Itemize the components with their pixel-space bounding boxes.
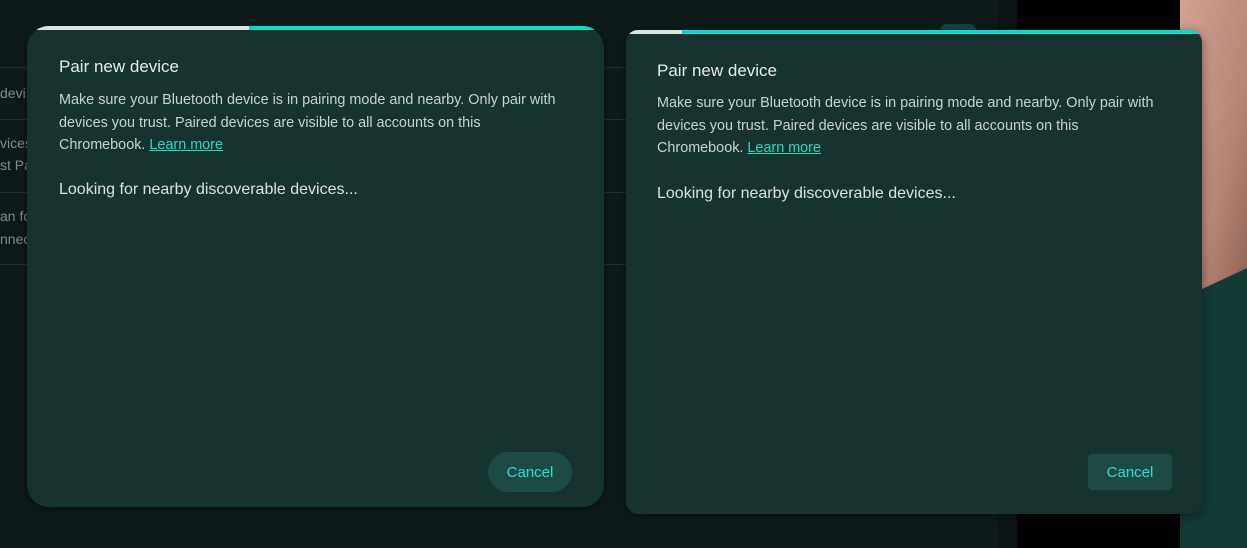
scan-progress-bar [27, 26, 604, 30]
dialog-description: Make sure your Bluetooth device is in pa… [657, 92, 1157, 160]
settings-row-fragment: devi [0, 85, 26, 101]
scan-progress-bar [626, 30, 1202, 34]
settings-row-fragment: nnec [0, 231, 31, 247]
learn-more-link[interactable]: Learn more [149, 137, 223, 153]
dialog-title: Pair new device [657, 61, 778, 80]
dialog-description: Make sure your Bluetooth device is in pa… [59, 89, 559, 157]
dialog-title: Pair new device [59, 57, 180, 76]
description-text: Make sure your Bluetooth device is in pa… [59, 92, 556, 153]
pair-device-dialog: Pair new device Make sure your Bluetooth… [27, 26, 604, 507]
scan-progress-fill [249, 26, 604, 30]
scan-progress-fill [681, 30, 1202, 34]
scanning-status: Looking for nearby discoverable devices.… [59, 181, 358, 198]
description-text: Make sure your Bluetooth device is in pa… [657, 95, 1154, 156]
cancel-button[interactable]: Cancel [488, 452, 572, 492]
cancel-button[interactable]: Cancel [1088, 454, 1172, 490]
scanning-status: Looking for nearby discoverable devices.… [657, 185, 956, 202]
learn-more-link[interactable]: Learn more [747, 140, 821, 156]
pair-device-dialog: Pair new device Make sure your Bluetooth… [626, 30, 1202, 514]
